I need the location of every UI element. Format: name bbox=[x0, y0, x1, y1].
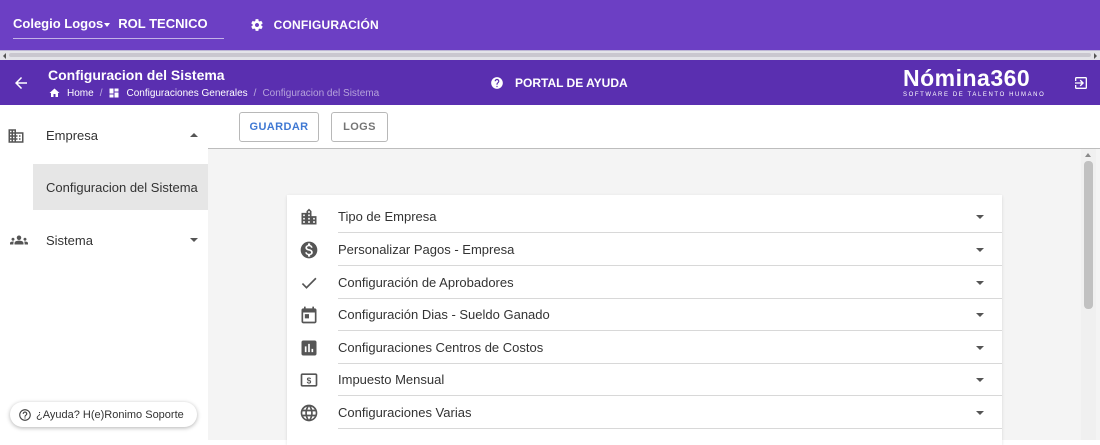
building-icon bbox=[8, 129, 24, 143]
sidebar-item-sistema[interactable]: Sistema bbox=[0, 217, 208, 263]
home-icon bbox=[49, 88, 60, 97]
logs-button[interactable]: LOGS bbox=[331, 112, 388, 142]
building-icon bbox=[301, 208, 317, 225]
scroll-right-icon[interactable] bbox=[1094, 53, 1097, 59]
settings-section-row[interactable]: Personalizar Pagos - Empresa bbox=[287, 234, 1002, 266]
calendar-icon bbox=[301, 306, 317, 324]
brand-logo: Nómina360 SOFTWARE DE TALENTO HUMANO bbox=[903, 64, 1053, 99]
row-divider bbox=[338, 330, 1002, 331]
breadcrumb: Home / Configuraciones Generales / Confi… bbox=[48, 87, 379, 99]
section-label: Tipo de Empresa bbox=[338, 209, 437, 224]
breadcrumb-general[interactable]: Configuraciones Generales bbox=[108, 87, 248, 99]
expand-caret-icon[interactable] bbox=[976, 346, 984, 350]
expand-caret-icon[interactable] bbox=[976, 313, 984, 317]
support-help-label: ¿Ayuda? H(e)Ronimo Soporte bbox=[36, 408, 184, 421]
company-name: Colegio Logos bbox=[13, 16, 104, 31]
configuracion-label: CONFIGURACIÓN bbox=[273, 18, 379, 32]
section-label: Configuración de Aprobadores bbox=[338, 275, 514, 290]
row-divider bbox=[338, 395, 1002, 396]
section-label: Configuración Dias - Sueldo Ganado bbox=[338, 307, 550, 322]
row-divider bbox=[338, 428, 1002, 429]
help-portal-link[interactable]: PORTAL DE AYUDA bbox=[490, 76, 628, 90]
settings-section-row[interactable]: Configuración de Aprobadores bbox=[287, 267, 1002, 299]
sidebar-item-label: Empresa bbox=[46, 127, 99, 143]
chevron-down-icon bbox=[190, 238, 198, 242]
page-header: Configuracion del Sistema Home / Configu… bbox=[0, 60, 1100, 105]
support-help-button[interactable]: ¿Ayuda? H(e)Ronimo Soporte bbox=[10, 402, 197, 427]
sidebar: Empresa Configuracion del Sistema Sistem… bbox=[0, 105, 208, 440]
expand-caret-icon[interactable] bbox=[976, 281, 984, 285]
dollar-circle-icon bbox=[300, 241, 318, 259]
section-label: Impuesto Mensual bbox=[338, 372, 445, 387]
breadcrumb-current: Configuracion del Sistema bbox=[262, 87, 380, 99]
breadcrumb-home-label: Home bbox=[67, 87, 94, 99]
breadcrumb-separator: / bbox=[99, 87, 103, 99]
check-icon bbox=[301, 277, 317, 289]
help-circle-icon bbox=[491, 77, 503, 89]
group-icon bbox=[10, 235, 28, 245]
breadcrumb-separator: / bbox=[253, 87, 257, 99]
expand-caret-icon[interactable] bbox=[976, 248, 984, 252]
bar-chart-icon bbox=[301, 340, 317, 356]
expand-caret-icon[interactable] bbox=[976, 378, 984, 382]
help-outline-icon bbox=[19, 408, 31, 421]
logout-icon[interactable] bbox=[1073, 75, 1089, 91]
scrollbar-thumb[interactable] bbox=[9, 53, 1091, 57]
svg-text:$: $ bbox=[307, 375, 312, 385]
chevron-up-icon bbox=[190, 133, 198, 137]
scroll-up-icon[interactable] bbox=[1085, 153, 1091, 157]
main-content: GUARDAR LOGS Tipo de Empresa Personaliza… bbox=[208, 105, 1100, 445]
brand-name: Nómina360 bbox=[903, 65, 1031, 91]
sidebar-subitem-label: Configuracion del Sistema bbox=[46, 179, 198, 195]
money-icon: $ bbox=[300, 373, 318, 387]
action-toolbar: GUARDAR LOGS bbox=[208, 105, 1100, 149]
brand-tagline: SOFTWARE DE TALENTO HUMANO bbox=[903, 92, 1046, 98]
chevron-down-icon bbox=[104, 22, 111, 27]
settings-section-row[interactable]: $ Impuesto Mensual bbox=[287, 364, 1002, 396]
company-selector[interactable]: Colegio Logos ROL TECNICO bbox=[13, 11, 224, 39]
role-name: ROL TECNICO bbox=[118, 16, 208, 31]
row-divider bbox=[338, 265, 1002, 266]
settings-section-row[interactable]: Tipo de Empresa bbox=[287, 201, 1002, 233]
top-app-bar: Colegio Logos ROL TECNICO CONFIGURACIÓN bbox=[0, 0, 1100, 50]
expand-caret-icon[interactable] bbox=[976, 411, 984, 415]
vertical-scrollbar[interactable] bbox=[1081, 149, 1096, 440]
save-button[interactable]: GUARDAR bbox=[239, 112, 319, 142]
scroll-left-icon[interactable] bbox=[3, 53, 6, 59]
section-label: Configuraciones Centros de Costos bbox=[338, 340, 544, 355]
horizontal-scrollbar[interactable] bbox=[0, 50, 1100, 60]
settings-section-row[interactable]: Configuraciones Varias bbox=[287, 397, 1002, 429]
sidebar-item-label: Sistema bbox=[46, 232, 93, 248]
gear-icon bbox=[250, 19, 263, 31]
dashboard-icon bbox=[109, 88, 119, 98]
page-title: Configuracion del Sistema bbox=[48, 67, 225, 83]
settings-section-row[interactable]: Configuración Dias - Sueldo Ganado bbox=[287, 299, 1002, 331]
help-portal-label: PORTAL DE AYUDA bbox=[515, 76, 628, 90]
breadcrumb-home[interactable]: Home bbox=[48, 87, 94, 99]
settings-section-row[interactable]: Configuraciones Centros de Costos bbox=[287, 332, 1002, 364]
sidebar-subitem-configuracion-sistema[interactable]: Configuracion del Sistema bbox=[33, 164, 208, 210]
sidebar-item-empresa[interactable]: Empresa bbox=[0, 112, 208, 158]
breadcrumb-general-label: Configuraciones Generales bbox=[126, 87, 248, 99]
scrollbar-thumb[interactable] bbox=[1084, 161, 1093, 309]
row-divider bbox=[338, 232, 1002, 233]
back-arrow-icon[interactable] bbox=[12, 74, 30, 92]
settings-panel: Tipo de Empresa Personalizar Pagos - Emp… bbox=[287, 195, 1002, 445]
configuracion-link[interactable]: CONFIGURACIÓN bbox=[250, 18, 379, 32]
globe-icon bbox=[300, 404, 318, 422]
section-label: Personalizar Pagos - Empresa bbox=[338, 242, 515, 257]
expand-caret-icon[interactable] bbox=[976, 215, 984, 219]
section-label: Configuraciones Varias bbox=[338, 405, 472, 420]
